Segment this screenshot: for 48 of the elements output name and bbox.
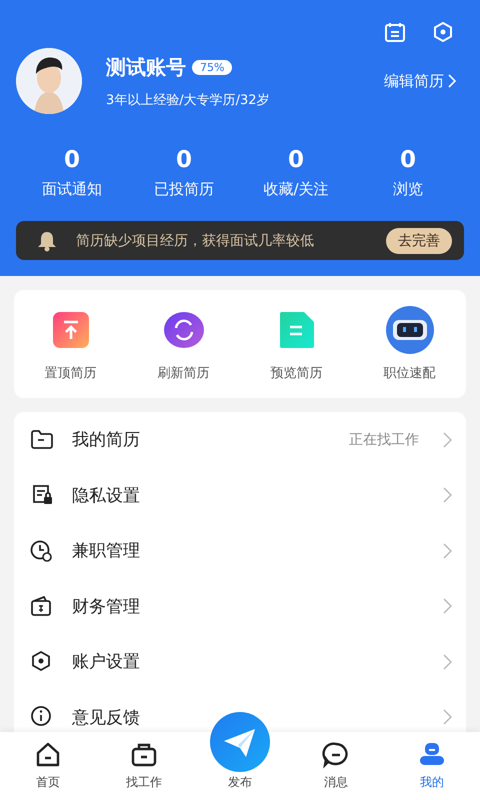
stat-count: 0 [288, 146, 304, 174]
clock-icon [30, 538, 54, 563]
stat-label: 浏览 [393, 180, 423, 199]
profile-summary: 3年以上经验/大专学历/32岁 [106, 92, 271, 108]
chevron-icon [443, 432, 452, 448]
quick-action[interactable]: 职位速配 [353, 306, 466, 382]
refresh-icon [162, 311, 204, 349]
stat-count: 0 [64, 146, 80, 174]
stat-label: 收藏/关注 [263, 180, 329, 199]
document-icon [278, 311, 314, 349]
chevron-icon [443, 654, 452, 670]
stat-count: 0 [400, 146, 416, 174]
chat-bubble-icon [322, 741, 350, 769]
briefcase-icon [130, 741, 158, 769]
menu-item[interactable]: 财务管理 [14, 578, 466, 634]
complete-button[interactable]: 去完善 [386, 228, 452, 254]
menu-item[interactable]: 账户设置 [14, 634, 466, 690]
menu-item[interactable]: 兼职管理 [14, 523, 466, 578]
chevron-icon [443, 487, 452, 504]
robot-icon [384, 306, 434, 354]
quick-action[interactable]: 刷新简历 [127, 306, 240, 382]
quick-action[interactable]: 置顶简历 [14, 306, 127, 382]
home-icon [34, 741, 62, 769]
pin-top-icon [52, 311, 90, 349]
stat-label: 面试通知 [42, 180, 102, 199]
notice-text: 简历缺少项目经历，获得面试几率较低 [76, 232, 315, 250]
completion-badge: 75% [192, 60, 232, 74]
menu-item[interactable]: 我的简历 正在找工作 [14, 412, 466, 468]
tab-item[interactable]: 我的 [384, 741, 480, 800]
chevron-icon [443, 598, 452, 614]
chevron-icon [443, 542, 452, 559]
tab-item[interactable]: 首页 [0, 741, 96, 800]
menu-item[interactable]: 隐私设置 [14, 468, 466, 523]
avatar-icon [16, 48, 82, 114]
edit-resume-link[interactable]: 编辑简历 [384, 72, 456, 90]
settings-icon[interactable] [432, 21, 454, 43]
chevron-icon [448, 74, 456, 88]
folder-icon [30, 428, 54, 452]
stat-count: 0 [176, 146, 192, 174]
sign-in-calendar-icon[interactable] [384, 21, 406, 43]
account-name: 测试账号 [106, 54, 186, 80]
bell-icon [36, 230, 58, 252]
tab-item[interactable]: 消息 [288, 741, 384, 800]
tab-item[interactable]: 找工作 [96, 741, 192, 800]
stat-label: 已投简历 [154, 180, 214, 199]
quick-action[interactable]: 预览简历 [240, 306, 353, 382]
chevron-icon [443, 709, 452, 726]
wallet-icon [30, 594, 54, 618]
